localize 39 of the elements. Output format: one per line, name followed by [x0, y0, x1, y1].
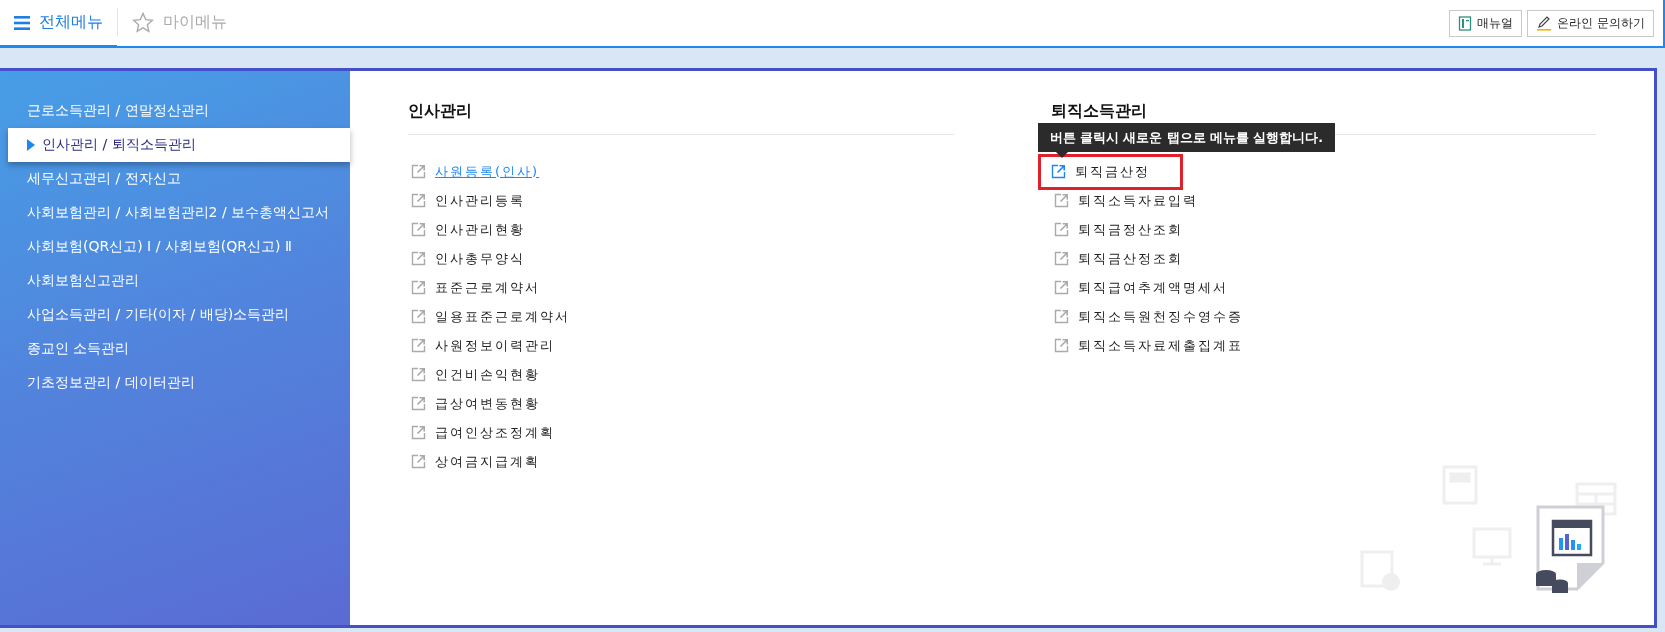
- inquiry-button[interactable]: 온라인 문의하기: [1527, 9, 1654, 37]
- external-link-icon: [411, 309, 426, 324]
- external-link-icon: [411, 367, 426, 382]
- menu-tab[interactable]: 전체메뉴: [0, 0, 117, 48]
- star-icon: [132, 12, 154, 33]
- external-link-icon: [1053, 222, 1069, 237]
- book-icon: [1458, 15, 1473, 31]
- sidebar-item[interactable]: 인사관리 / 퇴직소득관리: [8, 128, 350, 162]
- coins-icon: [1536, 570, 1568, 593]
- chart-bar: [1565, 534, 1569, 550]
- column-heading: 퇴직소득관리: [1050, 101, 1147, 120]
- column-heading: 인사관리: [408, 101, 472, 120]
- external-link-icon: [411, 251, 426, 266]
- external-link-icon: [411, 193, 426, 208]
- sidebar-item[interactable]: 기초정보관리 / 데이터관리: [0, 366, 350, 400]
- triangle-icon: [27, 139, 35, 151]
- external-link-icon: [1053, 251, 1069, 266]
- menu-icon: [14, 14, 30, 31]
- external-link-icon: [411, 164, 426, 179]
- sidebar-item[interactable]: 종교인 소득관리: [0, 332, 350, 366]
- external-link-icon: [411, 280, 426, 295]
- chart-bar: [1577, 544, 1581, 550]
- external-link-icon: [411, 338, 426, 353]
- pencil-icon: [1536, 15, 1553, 31]
- external-link-icon: [411, 454, 426, 469]
- external-link-icon: [1053, 309, 1069, 324]
- external-link-icon: [411, 425, 426, 440]
- external-link-icon: [1050, 164, 1066, 179]
- chart-bar: [1571, 540, 1575, 550]
- external-link-icon: [411, 396, 426, 411]
- sidebar-item[interactable]: 사업소득관리 / 기타(이자 / 배당)소득관리: [0, 298, 350, 332]
- external-link-icon: [1053, 280, 1069, 295]
- manual-button[interactable]: 매뉴얼: [1449, 9, 1523, 37]
- tooltip: 버튼 클릭시 새로운 탭으로 메뉴를 실행합니다.: [1037, 123, 1335, 158]
- menu-link[interactable]: 퇴직금산정: [1037, 153, 1183, 190]
- external-link-icon: [1053, 338, 1069, 353]
- external-link-icon: [411, 222, 426, 237]
- chart-bar: [1559, 538, 1563, 550]
- external-link-icon: [1053, 193, 1069, 208]
